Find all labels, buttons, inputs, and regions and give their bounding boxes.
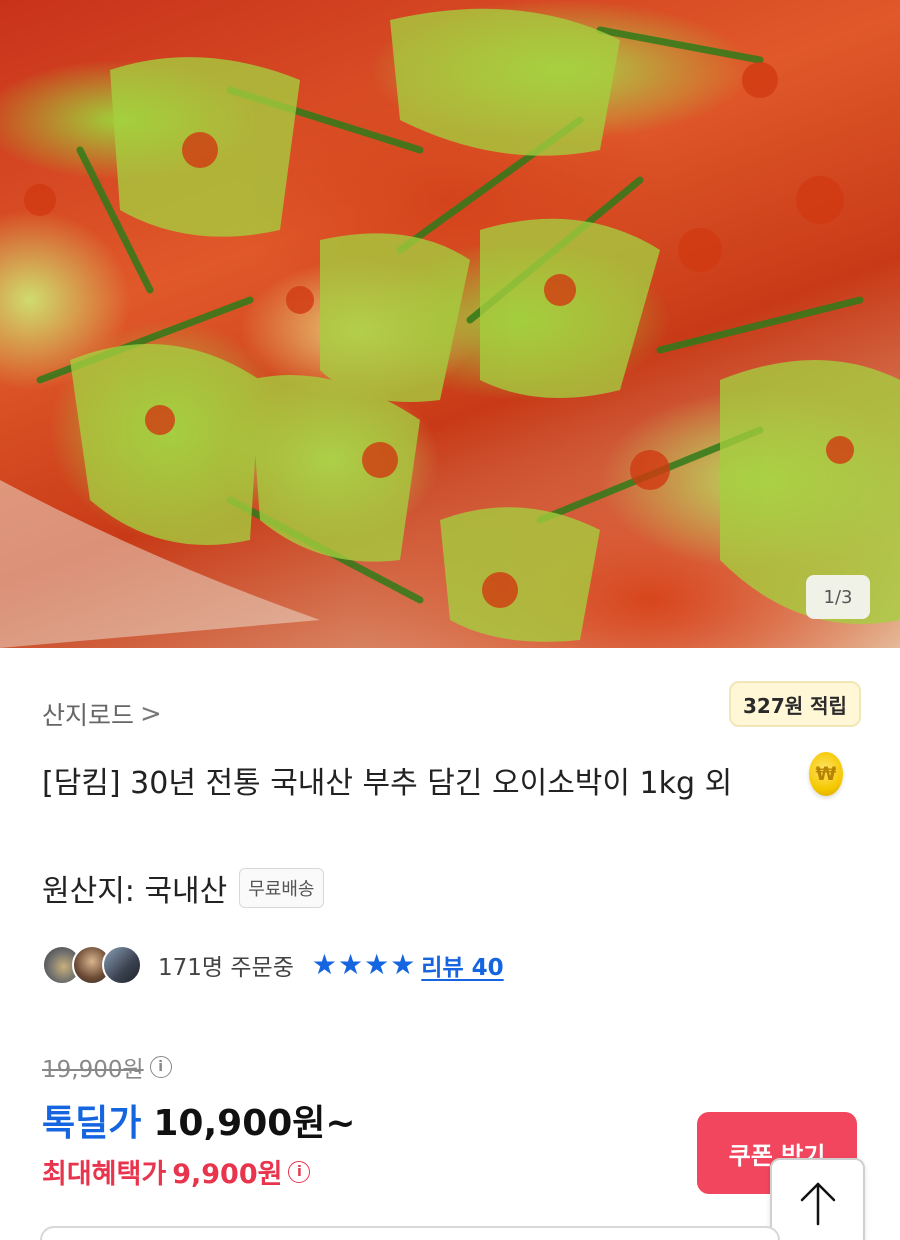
origin-text: 원산지: 국내산 xyxy=(42,874,228,909)
scroll-to-top-button[interactable] xyxy=(770,1158,865,1240)
product-title: [담킴] 30년 전통 국내산 부추 담긴 오이소박이 1kg 외 xyxy=(42,766,733,801)
arrow-up-icon xyxy=(800,1182,835,1226)
info-icon[interactable]: i xyxy=(288,1160,311,1183)
seller-link[interactable]: 산지로드 > xyxy=(42,696,162,732)
star-icon: ★ xyxy=(311,948,337,981)
points-reward-badge: 327원 적립 xyxy=(729,681,861,727)
max-benefit-price: 9,900원 xyxy=(172,1159,283,1190)
avatar xyxy=(102,945,142,985)
option-select-bar[interactable] xyxy=(40,1226,780,1240)
original-price: 19,900원 xyxy=(42,1057,144,1083)
coin-icon[interactable]: ₩ xyxy=(809,752,843,796)
social-proof-row: 171명 주문중 ★ ★ ★ ★ 리뷰 40 xyxy=(42,944,504,986)
seller-name: 산지로드 xyxy=(42,701,135,730)
free-shipping-badge: 무료배송 xyxy=(239,868,324,908)
product-image[interactable]: 1/3 xyxy=(0,0,900,648)
kimchi-photo xyxy=(0,8,900,648)
origin-row: 원산지: 국내산 무료배송 xyxy=(42,866,324,910)
star-icon: ★ xyxy=(390,948,416,981)
original-price-row: 19,900원 i xyxy=(42,1050,172,1084)
sale-label: 톡딜가 xyxy=(42,1103,142,1144)
star-icon: ★ xyxy=(337,948,364,981)
sale-price-row: 톡딜가 10,900원~ xyxy=(42,1094,356,1146)
review-link[interactable]: 리뷰 40 xyxy=(421,948,503,982)
buyer-avatars xyxy=(42,945,142,985)
info-icon[interactable]: i xyxy=(149,1056,172,1078)
sale-price: 10,900원~ xyxy=(153,1103,356,1144)
star-icon: ★ xyxy=(364,948,390,981)
image-page-indicator: 1/3 xyxy=(806,575,870,619)
rating-stars: ★ ★ ★ ★ xyxy=(312,951,415,979)
chevron-right-icon: > xyxy=(140,699,162,729)
order-count: 171명 주문중 xyxy=(158,955,294,981)
max-benefit-label: 최대혜택가 xyxy=(42,1159,167,1190)
max-benefit-row: 최대혜택가 9,900원 i xyxy=(42,1152,311,1191)
